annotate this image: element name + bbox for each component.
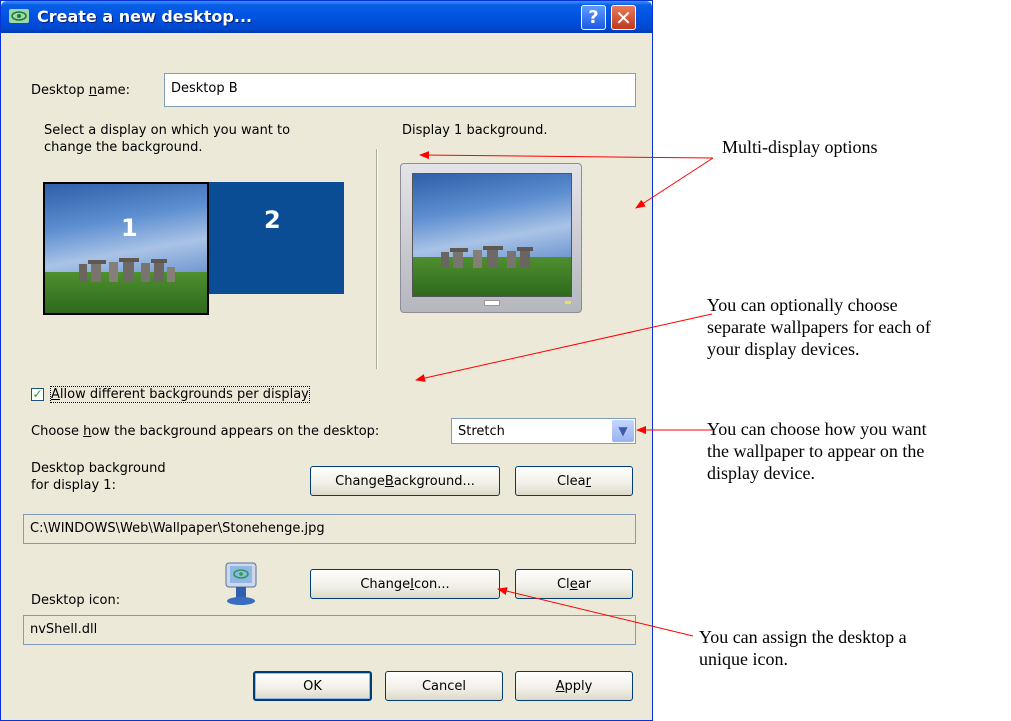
arrow-multi-display-2	[635, 157, 714, 209]
arrow-multi-display-1	[419, 151, 714, 160]
note-howto: You can choose how you want the wallpape…	[707, 418, 927, 484]
arrow-icon	[497, 587, 694, 637]
annotation-arrows	[415, 151, 714, 637]
note-icon: You can assign the desktop a unique icon…	[699, 626, 907, 670]
note-howto-line: display device.	[707, 463, 815, 483]
note-howto-line: You can choose how you want	[707, 419, 927, 439]
note-wallpapers-line: separate wallpapers for each of	[707, 317, 931, 337]
note-icon-line: unique icon.	[699, 649, 788, 669]
note-wallpapers-line: You can optionally choose	[707, 295, 898, 315]
note-icon-line: You can assign the desktop a	[699, 627, 907, 647]
note-multi-display: Multi-display options	[722, 137, 878, 157]
arrow-wallpapers	[415, 313, 713, 382]
note-howto-line: the wallpaper to appear on the	[707, 441, 925, 461]
note-wallpapers: You can optionally choose separate wallp…	[707, 294, 931, 360]
note-wallpapers-line: your display devices.	[707, 339, 860, 359]
